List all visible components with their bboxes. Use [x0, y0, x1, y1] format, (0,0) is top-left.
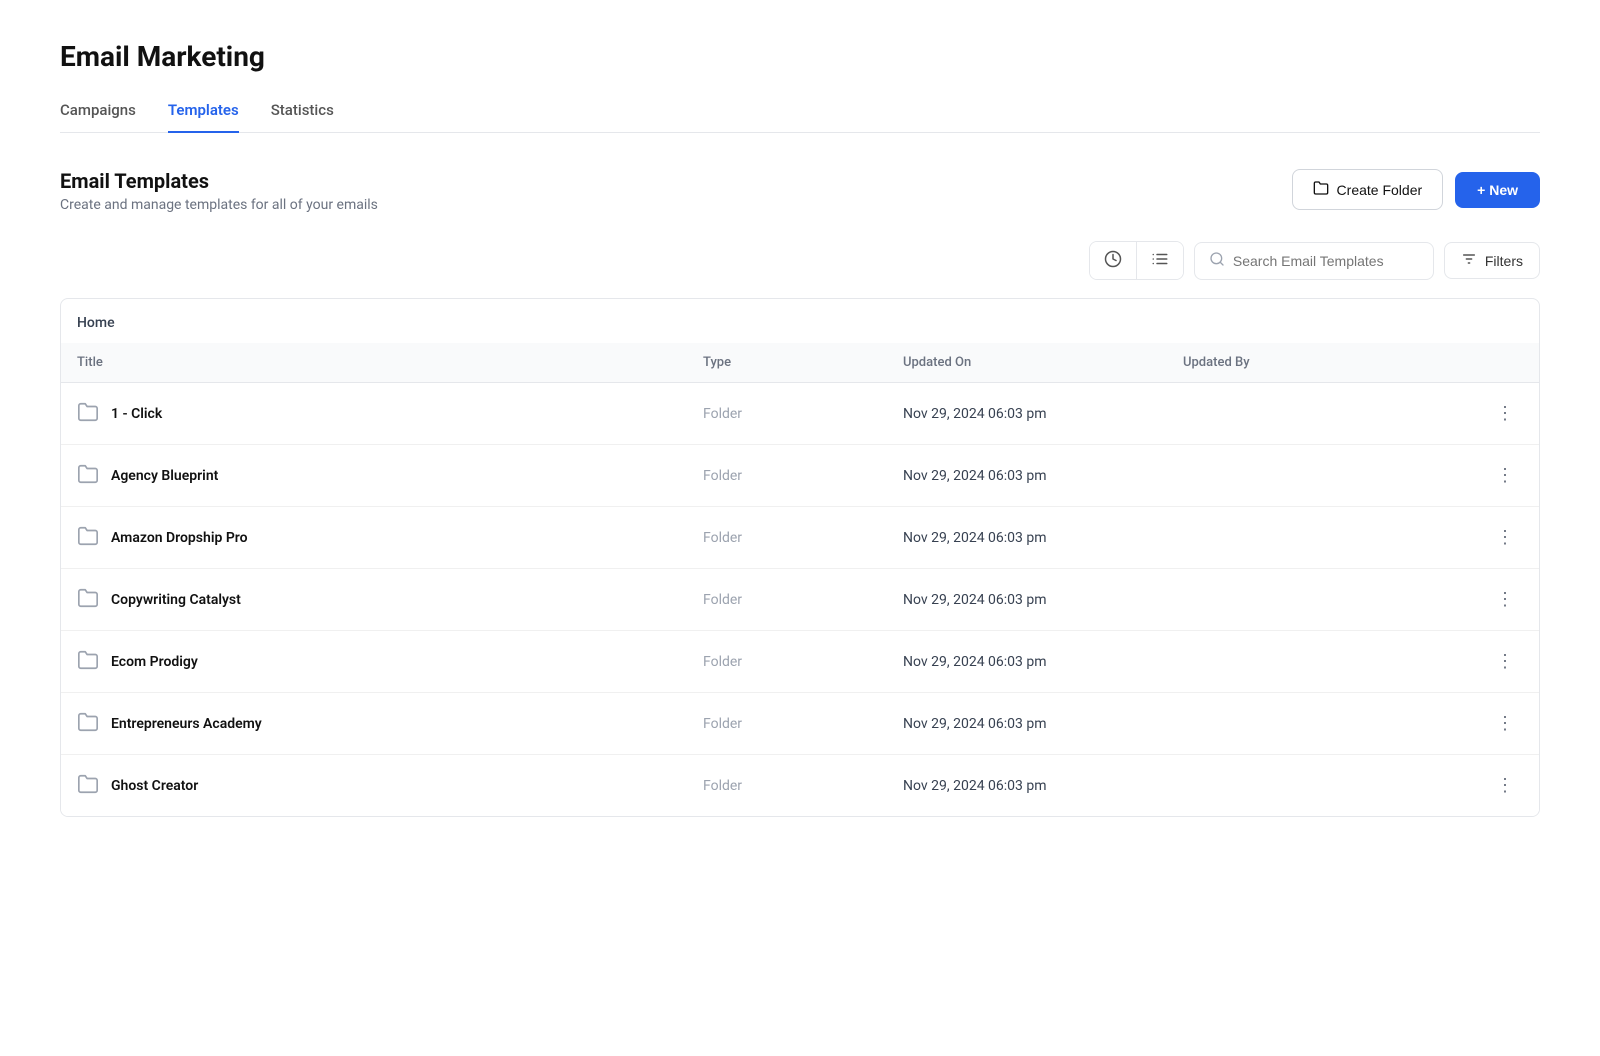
cell-actions-4: ⋮	[1463, 647, 1523, 676]
row-title-1: Agency Blueprint	[111, 468, 218, 484]
tabs-nav: Campaigns Templates Statistics	[60, 101, 1540, 133]
row-title-2: Amazon Dropship Pro	[111, 530, 248, 546]
row-title-6: Ghost Creator	[111, 778, 198, 794]
table-row[interactable]: 1 - Click Folder Nov 29, 2024 06:03 pm ⋮	[61, 383, 1539, 445]
col-header-title: Title	[77, 355, 703, 370]
table-row[interactable]: Entrepreneurs Academy Folder Nov 29, 202…	[61, 693, 1539, 755]
filters-button[interactable]: Filters	[1444, 242, 1540, 279]
cell-title-4: Ecom Prodigy	[77, 649, 703, 675]
section-title: Email Templates	[60, 169, 378, 193]
table-row[interactable]: Amazon Dropship Pro Folder Nov 29, 2024 …	[61, 507, 1539, 569]
view-toggle	[1089, 241, 1184, 280]
page-container: Email Marketing Campaigns Templates Stat…	[0, 0, 1600, 1056]
cell-type-6: Folder	[703, 778, 903, 794]
cell-date-4: Nov 29, 2024 06:03 pm	[903, 654, 1183, 670]
cell-date-2: Nov 29, 2024 06:03 pm	[903, 530, 1183, 546]
tab-statistics[interactable]: Statistics	[271, 101, 334, 133]
new-button[interactable]: + New	[1455, 172, 1540, 208]
table-row[interactable]: Ghost Creator Folder Nov 29, 2024 06:03 …	[61, 755, 1539, 816]
more-actions-button-3[interactable]: ⋮	[1488, 585, 1523, 614]
breadcrumb-section: Home	[61, 299, 1539, 339]
filter-icon	[1461, 251, 1477, 270]
cell-title-0: 1 - Click	[77, 401, 703, 427]
row-title-4: Ecom Prodigy	[111, 654, 198, 670]
section-header: Email Templates Create and manage templa…	[60, 169, 1540, 213]
row-title-0: 1 - Click	[111, 406, 162, 422]
list-view-button[interactable]	[1137, 242, 1183, 279]
folder-icon-1	[77, 463, 99, 489]
row-title-5: Entrepreneurs Academy	[111, 716, 262, 732]
table-header: Title Type Updated On Updated By	[61, 343, 1539, 383]
more-actions-button-2[interactable]: ⋮	[1488, 523, 1523, 552]
cell-date-3: Nov 29, 2024 06:03 pm	[903, 592, 1183, 608]
folder-icon-3	[77, 587, 99, 613]
cell-actions-3: ⋮	[1463, 585, 1523, 614]
table-row[interactable]: Copywriting Catalyst Folder Nov 29, 2024…	[61, 569, 1539, 631]
table-body: 1 - Click Folder Nov 29, 2024 06:03 pm ⋮…	[61, 383, 1539, 816]
more-actions-button-5[interactable]: ⋮	[1488, 709, 1523, 738]
row-title-3: Copywriting Catalyst	[111, 592, 241, 608]
more-actions-button-0[interactable]: ⋮	[1488, 399, 1523, 428]
cell-actions-1: ⋮	[1463, 461, 1523, 490]
tab-templates[interactable]: Templates	[168, 101, 239, 133]
cell-type-3: Folder	[703, 592, 903, 608]
clock-view-button[interactable]	[1090, 242, 1137, 279]
cell-date-1: Nov 29, 2024 06:03 pm	[903, 468, 1183, 484]
folder-icon-6	[77, 773, 99, 799]
folder-icon-2	[77, 525, 99, 551]
col-header-type: Type	[703, 355, 903, 370]
cell-type-2: Folder	[703, 530, 903, 546]
toolbar: Filters	[60, 241, 1540, 280]
cell-title-3: Copywriting Catalyst	[77, 587, 703, 613]
email-templates-table: Home Title Type Updated On Updated By 1 …	[60, 298, 1540, 817]
cell-type-5: Folder	[703, 716, 903, 732]
tab-campaigns[interactable]: Campaigns	[60, 101, 136, 133]
folder-icon-4	[77, 649, 99, 675]
folder-icon-0	[77, 401, 99, 427]
list-icon	[1151, 250, 1169, 271]
cell-type-1: Folder	[703, 468, 903, 484]
more-actions-button-6[interactable]: ⋮	[1488, 771, 1523, 800]
folder-icon-5	[77, 711, 99, 737]
page-title: Email Marketing	[60, 40, 1540, 73]
folder-icon	[1313, 180, 1329, 199]
search-input[interactable]	[1233, 253, 1419, 269]
table-row[interactable]: Ecom Prodigy Folder Nov 29, 2024 06:03 p…	[61, 631, 1539, 693]
cell-date-0: Nov 29, 2024 06:03 pm	[903, 406, 1183, 422]
cell-title-1: Agency Blueprint	[77, 463, 703, 489]
cell-type-0: Folder	[703, 406, 903, 422]
table-row[interactable]: Agency Blueprint Folder Nov 29, 2024 06:…	[61, 445, 1539, 507]
cell-date-5: Nov 29, 2024 06:03 pm	[903, 716, 1183, 732]
col-header-actions	[1463, 355, 1523, 370]
section-info: Email Templates Create and manage templa…	[60, 169, 378, 213]
col-header-updated-by: Updated By	[1183, 355, 1463, 370]
create-folder-button[interactable]: Create Folder	[1292, 169, 1444, 210]
more-actions-button-4[interactable]: ⋮	[1488, 647, 1523, 676]
cell-actions-2: ⋮	[1463, 523, 1523, 552]
cell-type-4: Folder	[703, 654, 903, 670]
more-actions-button-1[interactable]: ⋮	[1488, 461, 1523, 490]
col-header-updated-on: Updated On	[903, 355, 1183, 370]
cell-actions-5: ⋮	[1463, 709, 1523, 738]
section-subtitle: Create and manage templates for all of y…	[60, 197, 378, 213]
cell-actions-0: ⋮	[1463, 399, 1523, 428]
cell-date-6: Nov 29, 2024 06:03 pm	[903, 778, 1183, 794]
cell-title-5: Entrepreneurs Academy	[77, 711, 703, 737]
header-actions: Create Folder + New	[1292, 169, 1540, 210]
cell-title-2: Amazon Dropship Pro	[77, 525, 703, 551]
clock-icon	[1104, 250, 1122, 271]
cell-actions-6: ⋮	[1463, 771, 1523, 800]
search-icon	[1209, 251, 1225, 271]
cell-title-6: Ghost Creator	[77, 773, 703, 799]
search-box[interactable]	[1194, 242, 1434, 280]
breadcrumb-home: Home	[61, 307, 1539, 339]
